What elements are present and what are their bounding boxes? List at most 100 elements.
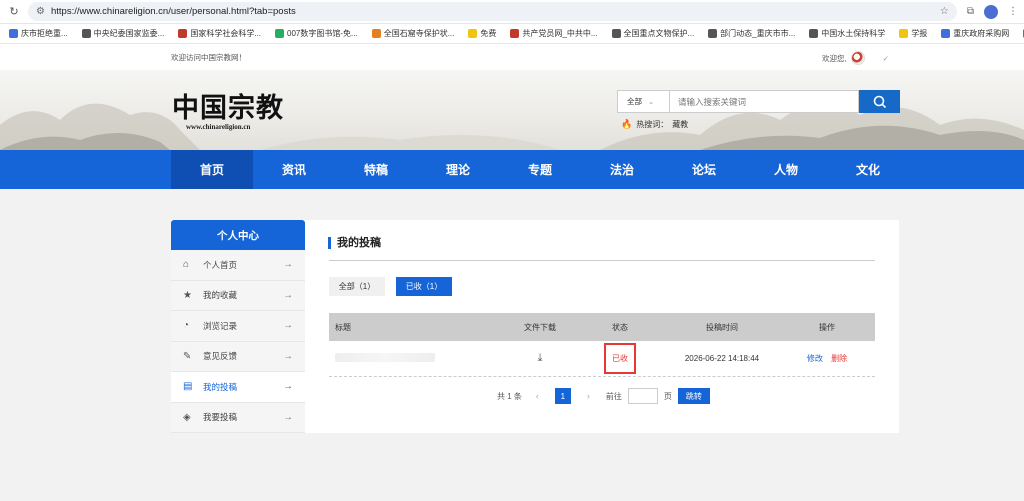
nav-item-1[interactable]: 资讯 — [253, 150, 335, 189]
next-page-icon[interactable]: › — [587, 391, 590, 401]
extensions-icon[interactable]: ⧉ — [967, 6, 974, 17]
bookmark-item[interactable]: 共产党员网_中共中... — [503, 28, 604, 39]
bookmark-favicon-icon — [9, 29, 18, 38]
site-logo[interactable]: 中国宗教 www.chinareligion.cn — [172, 86, 284, 131]
header-banner: 中国宗教 www.chinareligion.cn 全部 ⌄ 🔥 热搜词： 藏教 — [0, 70, 1024, 150]
search-bar: 全部 ⌄ — [617, 90, 900, 113]
logout-icon[interactable]: ✓ — [883, 54, 889, 63]
table-row: ⤓ 已收 2026-06-22 14:18:44 修改 删除 — [329, 341, 875, 377]
sidebar-item-label: 个人首页 — [203, 259, 238, 270]
sidebar-item-1[interactable]: ★ 我的收藏 → — [171, 280, 305, 311]
user-avatar[interactable] — [850, 51, 865, 65]
bookmark-label: 免费 — [480, 29, 497, 38]
browser-toolbar: ↻ ⚙ https://www.chinareligion.cn/user/pe… — [0, 0, 1024, 24]
bookmark-label: 中央纪委国家监委... — [93, 29, 165, 38]
eraser-icon: ◈ — [183, 411, 191, 423]
pagination: 共 1 条 ‹ 1 › 前往 页 跳转 — [497, 388, 710, 404]
bookmark-item[interactable]: 中国水土保持科学 — [802, 28, 892, 39]
sidebar-item-2[interactable]: ◔ 浏览记录 → — [171, 311, 305, 342]
chevron-down-icon: ⌄ — [648, 97, 655, 106]
goto-page-input[interactable] — [627, 388, 658, 404]
filter-all-tab[interactable]: 全部（1） — [329, 277, 385, 296]
bookmark-favicon-icon — [81, 29, 91, 38]
search-button[interactable] — [859, 90, 900, 113]
page-unit-label: 页 — [663, 391, 672, 401]
bookmark-favicon-icon — [275, 29, 285, 38]
hot-word-link[interactable]: 藏教 — [672, 119, 688, 130]
bookmark-item[interactable]: 重庆政府采购网 — [934, 28, 1016, 39]
nav-item-4[interactable]: 专题 — [499, 150, 581, 189]
bookmark-item[interactable]: 全国重点文物保护... — [605, 28, 702, 39]
bookmark-item[interactable]: 国家科学社会科学... — [171, 28, 268, 39]
menu-icon[interactable]: ⋮ — [1008, 6, 1018, 17]
posts-table: 标题 文件下载 状态 投稿时间 操作 ⤓ 已收 2026-06-22 14:18… — [329, 313, 875, 377]
reload-icon[interactable]: ↻ — [6, 4, 22, 20]
nav-item-2[interactable]: 特稿 — [335, 150, 417, 189]
address-bar[interactable]: ⚙ https://www.chinareligion.cn/user/pers… — [28, 2, 957, 21]
arrow-right-icon: → — [283, 350, 293, 362]
bookmark-item[interactable]: 部门动态_重庆市市... — [701, 28, 802, 39]
search-scope-select[interactable]: 全部 ⌄ — [617, 90, 669, 113]
document-icon: ▤ — [183, 381, 193, 393]
bookmark-favicon-icon — [809, 29, 819, 38]
bookmark-star-icon[interactable]: ☆ — [940, 6, 949, 17]
sidebar-item-label: 我要投稿 — [203, 412, 238, 423]
actions-cell: 修改 删除 — [779, 353, 875, 364]
nav-item-3[interactable]: 理论 — [417, 150, 499, 189]
hot-search: 🔥 热搜词： 藏教 — [621, 119, 688, 130]
nav-item-5[interactable]: 法治 — [581, 150, 663, 189]
sidebar-item-3[interactable]: ✎ 意见反馈 → — [171, 341, 305, 372]
status-cell: 已收 — [575, 343, 665, 374]
pen-icon: ✎ — [183, 350, 192, 362]
header-time: 投稿时间 — [706, 322, 738, 332]
status-badge: 已收 — [604, 343, 636, 374]
sidebar-item-label: 我的收藏 — [203, 290, 238, 301]
search-input[interactable] — [669, 90, 859, 113]
nav-item-0[interactable]: 首页 — [171, 150, 253, 189]
bookmark-favicon-icon — [178, 29, 188, 38]
arrow-right-icon: → — [283, 259, 293, 271]
bookmark-label: 全国石窟寺保护状... — [383, 29, 455, 38]
logo-title: 中国宗教 — [172, 93, 284, 124]
sidebar-item-0[interactable]: ⌂ 个人首页 → — [171, 250, 305, 281]
delete-link[interactable]: 删除 — [831, 354, 847, 363]
goto-button[interactable]: 跳转 — [677, 388, 710, 404]
post-title-cell[interactable] — [329, 353, 505, 364]
site-info-icon[interactable]: ⚙ — [36, 6, 45, 17]
bookmark-item[interactable]: 全国石窟寺保护状... — [365, 28, 462, 39]
hot-label: 热搜词： — [636, 120, 669, 129]
prev-page-icon[interactable]: ‹ — [536, 391, 539, 401]
bookmark-favicon-icon — [611, 29, 621, 38]
bookmark-favicon-icon — [371, 29, 381, 38]
user-sidebar: 个人中心 ⌂ 个人首页 → ★ 我的收藏 → ◔ 浏览记录 → ✎ 意见反馈 → ▤ 我的投稿 → ◈ 我要投稿… — [171, 220, 305, 433]
download-cell: ⤓ — [505, 352, 575, 365]
page-number-current[interactable]: 1 — [554, 388, 571, 404]
bookmark-item[interactable]: 学报 — [892, 28, 934, 39]
nav-item-8[interactable]: 文化 — [827, 150, 909, 189]
sidebar-item-4[interactable]: ▤ 我的投稿 → — [171, 372, 305, 403]
header-title: 标题 — [335, 322, 351, 332]
bookmark-label: 重庆政府采购网 — [953, 29, 1010, 38]
edit-link[interactable]: 修改 — [807, 354, 823, 363]
bookmark-label: 全国重点文物保护... — [623, 29, 695, 38]
bookmark-favicon-icon — [510, 29, 520, 38]
user-area[interactable]: 欢迎您, ✓ — [822, 51, 889, 65]
bookmark-label: 国家科学社会科学... — [190, 29, 262, 38]
bookmark-favicon-icon — [899, 29, 909, 38]
bookmark-item[interactable]: 免费 — [461, 28, 503, 39]
filter-received-tab[interactable]: 已收（1） — [396, 277, 452, 296]
nav-item-6[interactable]: 论坛 — [663, 150, 745, 189]
profile-avatar[interactable] — [984, 4, 998, 19]
download-icon[interactable]: ⤓ — [538, 352, 543, 364]
bookmark-item[interactable]: 007数字图书馆-免... — [268, 28, 365, 39]
sidebar-item-5[interactable]: ◈ 我要投稿 → — [171, 402, 305, 433]
bookmarks-bar: 庆市拒绝重... 中央纪委国家监委... 国家科学社会科学... 007数字图书馆-免… — [0, 24, 1024, 44]
bookmark-item[interactable]: 政采云-一站式政府... — [1016, 28, 1024, 39]
search-scope-label: 全部 — [627, 97, 642, 106]
site-top-strip: 欢迎访问中国宗教网！ 欢迎您, ✓ — [0, 44, 1024, 70]
bookmark-item[interactable]: 中央纪委国家监委... — [75, 28, 172, 39]
nav-item-7[interactable]: 人物 — [745, 150, 827, 189]
bookmark-item[interactable]: 庆市拒绝重... — [2, 28, 75, 39]
table-header: 标题 文件下载 状态 投稿时间 操作 — [329, 313, 875, 341]
sidebar-item-label: 意见反馈 — [203, 351, 238, 362]
